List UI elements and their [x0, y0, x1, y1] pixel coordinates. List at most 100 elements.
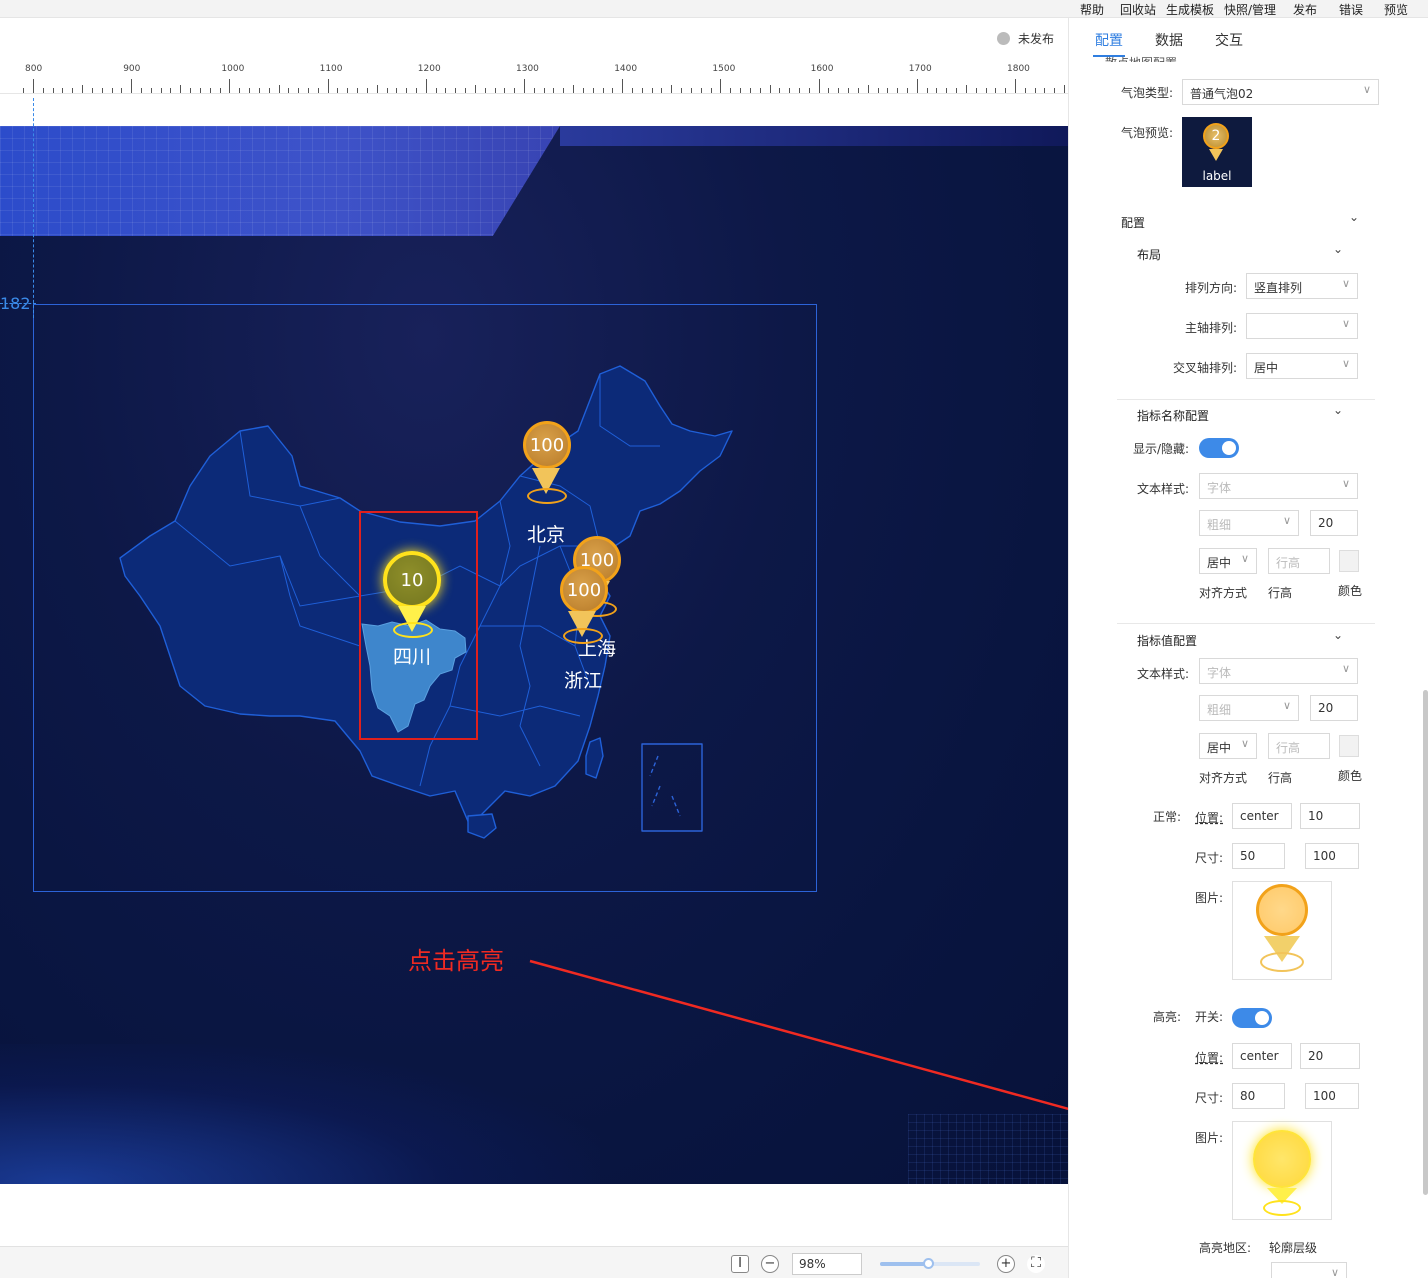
normal-image-label: 图片: [1195, 891, 1224, 905]
value-size-input[interactable]: 20 [1310, 695, 1358, 721]
ruler-tick [779, 88, 781, 93]
fullscreen-icon[interactable]: ⛶ [1027, 1255, 1045, 1273]
ruler-tick [1064, 85, 1066, 93]
name-align-select[interactable]: 居中 ∨ [1199, 548, 1257, 574]
menu-snapshot-manage[interactable]: 快照/管理 [1224, 1, 1276, 18]
name-config-title: 指标名称配置 [1137, 409, 1210, 423]
visible-label: 显示/隐藏: [1133, 442, 1190, 456]
zoom-slider-knob[interactable] [923, 1258, 934, 1269]
value-color-swatch[interactable] [1339, 735, 1359, 757]
tab-data[interactable]: 数据 [1155, 30, 1183, 50]
tab-config[interactable]: 配置 [1095, 30, 1123, 50]
vertical-guide-line[interactable] [33, 98, 34, 318]
ruler-tick [690, 88, 692, 93]
value-line-height-input[interactable]: 行高 [1268, 733, 1330, 759]
china-map[interactable] [0, 126, 1068, 1184]
normal-height-input[interactable]: 100 [1305, 843, 1359, 869]
panel-scrollbar[interactable] [1423, 690, 1428, 1195]
highlight-position-input[interactable]: center [1232, 1043, 1292, 1069]
normal-position-label: 位置: [1195, 811, 1224, 825]
ruler-label: 900 [123, 64, 141, 74]
caption-line-height: 行高 [1268, 771, 1293, 785]
fit-text-icon[interactable]: I [731, 1255, 749, 1273]
bubble-type-select[interactable]: 普通气泡02 ∨ [1182, 79, 1379, 105]
chevron-down-icon[interactable]: ⌄ [1365, 52, 1375, 60]
ruler-tick [946, 88, 948, 93]
highlight-width-input[interactable]: 80 [1232, 1083, 1285, 1109]
ruler-tick [445, 88, 447, 93]
highlight-image-label: 图片: [1195, 1131, 1224, 1145]
name-color-swatch[interactable] [1339, 550, 1359, 572]
chevron-down-icon: ∨ [1240, 737, 1249, 750]
normal-position-input[interactable]: center [1232, 803, 1292, 829]
menu-preview[interactable]: 预览 [1384, 1, 1408, 18]
name-weight-placeholder: 粗细 [1207, 518, 1232, 532]
chevron-down-icon[interactable]: ⌄ [1349, 210, 1359, 224]
name-font-select[interactable]: 字体 ∨ [1199, 473, 1358, 499]
name-line-height-input[interactable]: 行高 [1268, 548, 1330, 574]
highlight-offset-input[interactable]: 20 [1300, 1043, 1360, 1069]
city-label-beijing: 北京 [527, 524, 566, 546]
menu-recycle-bin[interactable]: 回收站 [1120, 1, 1156, 18]
chevron-down-icon[interactable]: ⌄ [1333, 403, 1343, 417]
highlight-bubble-image [1253, 1130, 1311, 1188]
value-font-select[interactable]: 字体 ∨ [1199, 658, 1358, 684]
main-axis-select[interactable]: ∨ [1246, 313, 1358, 339]
city-label-zhejiang: 浙江 [564, 670, 603, 692]
name-weight-select[interactable]: 粗细 ∨ [1199, 510, 1299, 536]
menu-help[interactable]: 帮助 [1080, 1, 1104, 18]
ruler-tick [573, 85, 575, 93]
dashboard-screen[interactable]: 100 北京 10 四川 100 上海 100 浙江 [0, 126, 1068, 1184]
ruler-tick [995, 88, 997, 93]
ruler-tick [838, 88, 840, 93]
zoom-slider[interactable] [880, 1258, 980, 1269]
value-align-select[interactable]: 居中 ∨ [1199, 733, 1257, 759]
value-weight-select[interactable]: 粗细 ∨ [1199, 695, 1299, 721]
zoom-out-button[interactable]: − [761, 1255, 779, 1273]
marker-bubble-zhejiang[interactable]: 100 [560, 566, 608, 614]
zoom-input[interactable]: 98% [792, 1253, 862, 1275]
highlight-image-upload[interactable] [1232, 1121, 1332, 1220]
marker-bubble-beijing[interactable]: 100 [523, 421, 571, 469]
ruler-tick [141, 88, 143, 93]
normal-offset-input[interactable]: 10 [1300, 803, 1360, 829]
direction-select[interactable]: 竖直排列 ∨ [1246, 273, 1358, 299]
menu-publish[interactable]: 发布 [1293, 1, 1317, 18]
menu-errors[interactable]: 错误 [1339, 1, 1363, 18]
editor-canvas[interactable]: 未发布 800 900 1000 1100 1200 1300 1400 1500 1600 17… [0, 18, 1068, 1278]
ruler-tick [396, 88, 398, 93]
menu-generate-template[interactable]: 生成模板 [1166, 1, 1214, 18]
chevron-down-icon[interactable]: ⌄ [1333, 242, 1343, 256]
ruler-tick [317, 88, 319, 93]
name-visible-toggle[interactable] [1199, 438, 1239, 458]
normal-width-input[interactable]: 50 [1232, 843, 1285, 869]
ruler-tick [720, 79, 722, 93]
ruler-tick [474, 85, 476, 93]
highlight-toggle[interactable] [1232, 1008, 1272, 1028]
highlight-region-label: 高亮地区: [1199, 1241, 1252, 1255]
name-text-style-label: 文本样式: [1137, 482, 1190, 496]
ruler-label: 1200 [417, 64, 441, 74]
name-size-input[interactable]: 20 [1310, 510, 1358, 536]
annotation-text: 点击高亮 [408, 947, 504, 975]
ruler-tick [592, 88, 594, 93]
outline-level-select[interactable]: ∨ [1271, 1262, 1347, 1278]
chevron-down-icon[interactable]: ⌄ [1333, 628, 1343, 642]
ruler-tick [199, 88, 201, 93]
normal-image-upload[interactable] [1232, 881, 1332, 980]
ruler-tick [906, 88, 908, 93]
cross-axis-select[interactable]: 居中 ∨ [1246, 353, 1358, 379]
highlight-height-input[interactable]: 100 [1305, 1083, 1359, 1109]
ruler-tick [818, 79, 820, 93]
ruler-label: 1800 [1007, 64, 1030, 74]
ruler-tick [366, 88, 368, 93]
horizontal-ruler[interactable]: 800 900 1000 1100 1200 1300 1400 1500 1600 1700 18… [0, 58, 1068, 94]
caption-line-height: 行高 [1268, 586, 1293, 600]
chevron-down-icon: ∨ [1341, 277, 1350, 290]
publish-status-label: 未发布 [1017, 32, 1054, 46]
ruler-tick [307, 88, 309, 93]
tab-interaction[interactable]: 交互 [1215, 30, 1243, 50]
ruler-tick [52, 88, 54, 93]
zoom-in-button[interactable]: + [997, 1255, 1015, 1273]
ruler-tick [386, 88, 388, 93]
